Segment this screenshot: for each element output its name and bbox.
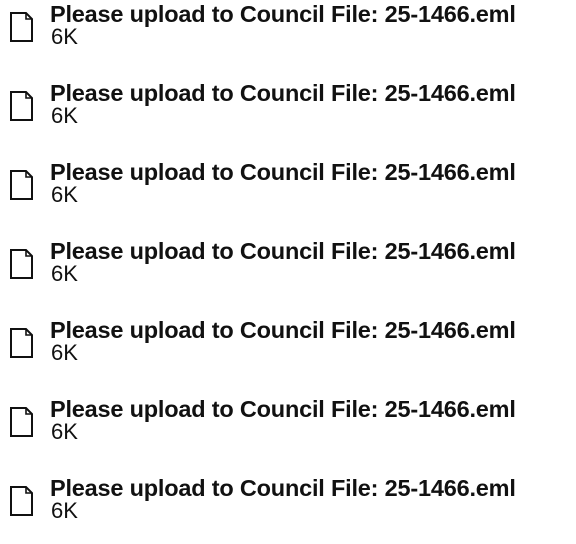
attachment-size: 6K	[51, 498, 78, 523]
attachment-filename[interactable]: Please upload to Council File: 25-1466.e…	[50, 237, 516, 265]
attachment-list: Please upload to Council File: 25-1466.e…	[0, 0, 576, 537]
attachment-item[interactable]: Please upload to Council File: 25-1466.e…	[0, 158, 576, 228]
file-icon[interactable]	[9, 10, 35, 44]
attachment-item[interactable]: Please upload to Council File: 25-1466.e…	[0, 316, 576, 386]
file-icon[interactable]	[9, 89, 35, 123]
attachment-filename[interactable]: Please upload to Council File: 25-1466.e…	[50, 79, 516, 107]
attachment-size: 6K	[51, 182, 78, 207]
attachment-size: 6K	[51, 261, 78, 286]
attachment-filename[interactable]: Please upload to Council File: 25-1466.e…	[50, 395, 516, 423]
attachment-item[interactable]: Please upload to Council File: 25-1466.e…	[0, 79, 576, 149]
file-icon[interactable]	[9, 168, 35, 202]
file-icon[interactable]	[9, 405, 35, 439]
attachment-filename[interactable]: Please upload to Council File: 25-1466.e…	[50, 158, 516, 186]
attachment-size: 6K	[51, 340, 78, 365]
attachment-filename[interactable]: Please upload to Council File: 25-1466.e…	[50, 0, 516, 28]
attachment-size: 6K	[51, 419, 78, 444]
attachment-item[interactable]: Please upload to Council File: 25-1466.e…	[0, 237, 576, 307]
attachment-item[interactable]: Please upload to Council File: 25-1466.e…	[0, 0, 576, 70]
attachment-filename[interactable]: Please upload to Council File: 25-1466.e…	[50, 316, 516, 344]
attachment-size: 6K	[51, 103, 78, 128]
attachment-item[interactable]: Please upload to Council File: 25-1466.e…	[0, 474, 576, 544]
attachment-size: 6K	[51, 24, 78, 49]
file-icon[interactable]	[9, 484, 35, 518]
file-icon[interactable]	[9, 326, 35, 360]
file-icon[interactable]	[9, 247, 35, 281]
attachment-item[interactable]: Please upload to Council File: 25-1466.e…	[0, 395, 576, 465]
attachment-filename[interactable]: Please upload to Council File: 25-1466.e…	[50, 474, 516, 502]
